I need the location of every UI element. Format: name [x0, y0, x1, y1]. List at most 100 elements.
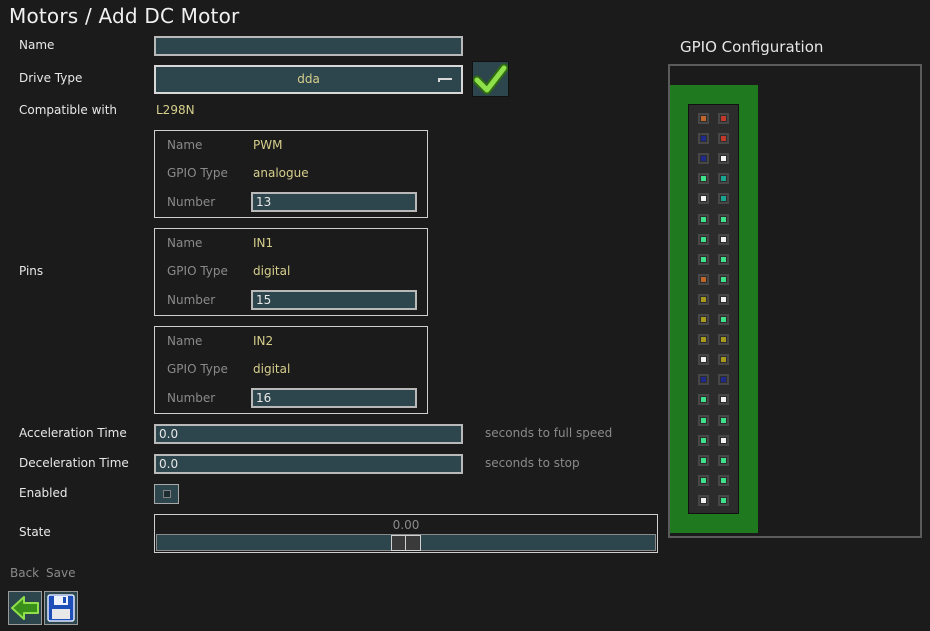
- gpio-pin[interactable]: [718, 454, 729, 466]
- state-label: State: [19, 525, 51, 539]
- confirm-button[interactable]: [472, 61, 509, 97]
- pin-name-label: Name: [167, 236, 203, 250]
- gpio-pin[interactable]: [698, 454, 709, 466]
- pin-number-label: Number: [167, 391, 216, 405]
- gpio-pin[interactable]: [698, 273, 709, 285]
- gpio-pin-color: [701, 296, 706, 302]
- pin-type-label: GPIO Type: [167, 166, 228, 180]
- gpio-pin[interactable]: [718, 213, 729, 225]
- pin-number-input[interactable]: 16: [251, 388, 417, 408]
- gpio-pin[interactable]: [698, 494, 709, 506]
- gpio-pin[interactable]: [718, 173, 729, 185]
- gpio-pin-color: [701, 337, 706, 343]
- gpio-pin-color: [721, 337, 726, 343]
- gpio-pin[interactable]: [698, 314, 709, 325]
- gpio-pin-color: [701, 357, 706, 363]
- gpio-pin[interactable]: [698, 474, 709, 486]
- gpio-pin-color: [721, 256, 726, 262]
- acceleration-label: Acceleration Time: [19, 426, 127, 440]
- gpio-pin-color: [701, 457, 706, 463]
- gpio-pin[interactable]: [718, 334, 729, 346]
- slider-handle[interactable]: [391, 535, 421, 551]
- gpio-pin-color: [701, 417, 706, 423]
- gpio-pin-color: [721, 196, 726, 202]
- gpio-pin-color: [701, 397, 706, 403]
- save-button[interactable]: [44, 591, 78, 625]
- gpio-pin[interactable]: [718, 113, 729, 124]
- gpio-pin[interactable]: [698, 173, 709, 185]
- gpio-pin[interactable]: [698, 434, 709, 446]
- deceleration-input[interactable]: 0.0: [154, 454, 463, 474]
- gpio-pin-color: [701, 156, 706, 162]
- gpio-pin[interactable]: [698, 414, 709, 426]
- pin-box-pwm: Name PWM GPIO Type analogue Number 13: [154, 130, 428, 218]
- gpio-pin[interactable]: [718, 494, 729, 506]
- pin-type-label: GPIO Type: [167, 264, 228, 278]
- dropdown-arrow-icon: [438, 78, 452, 82]
- gpio-pin[interactable]: [718, 133, 729, 145]
- checkmark-icon: [472, 63, 509, 95]
- gpio-pin[interactable]: [718, 314, 729, 325]
- gpio-pin-color: [721, 176, 726, 182]
- gpio-pin[interactable]: [698, 153, 709, 165]
- gpio-pin[interactable]: [718, 293, 729, 305]
- gpio-pin-color: [721, 296, 726, 302]
- gpio-pin[interactable]: [718, 374, 729, 386]
- pin-number-input[interactable]: 15: [251, 290, 417, 310]
- gpio-pin[interactable]: [698, 133, 709, 145]
- gpio-pin-color: [721, 116, 726, 121]
- state-value: 0.00: [392, 518, 420, 532]
- gpio-pin[interactable]: [718, 474, 729, 486]
- checkbox-indicator: [163, 490, 171, 498]
- gpio-pin[interactable]: [698, 213, 709, 225]
- gpio-pin[interactable]: [718, 233, 729, 245]
- gpio-pin[interactable]: [698, 253, 709, 265]
- gpio-pin[interactable]: [718, 394, 729, 406]
- gpio-pin-color: [701, 236, 706, 242]
- gpio-pin[interactable]: [698, 193, 709, 205]
- gpio-pin[interactable]: [698, 334, 709, 346]
- pin-name-value: IN1: [253, 236, 274, 250]
- state-slider[interactable]: 0.00: [154, 514, 658, 553]
- gpio-pin[interactable]: [718, 414, 729, 426]
- drive-type-label: Drive Type: [19, 71, 83, 85]
- pins-label: Pins: [19, 264, 44, 278]
- gpio-pin[interactable]: [718, 193, 729, 205]
- gpio-pin[interactable]: [718, 434, 729, 446]
- pin-type-label: GPIO Type: [167, 362, 228, 376]
- gpio-title: GPIO Configuration: [680, 38, 824, 56]
- gpio-pin-color: [701, 437, 706, 443]
- gpio-pin[interactable]: [698, 233, 709, 245]
- drive-type-select[interactable]: dda: [154, 65, 463, 94]
- pin-type-value: analogue: [253, 166, 309, 180]
- pin-number-input[interactable]: 13: [251, 192, 417, 212]
- gpio-pin-color: [721, 317, 726, 322]
- gpio-pin-color: [721, 497, 726, 503]
- pin-name-label: Name: [167, 138, 203, 152]
- save-label: Save: [46, 566, 76, 580]
- gpio-pin[interactable]: [718, 354, 729, 366]
- enabled-label: Enabled: [19, 486, 68, 500]
- back-button[interactable]: [8, 591, 42, 625]
- gpio-pin-color: [701, 196, 706, 202]
- deceleration-label: Deceleration Time: [19, 456, 129, 470]
- gpio-pin[interactable]: [718, 253, 729, 265]
- gpio-pin[interactable]: [718, 153, 729, 165]
- name-input[interactable]: [154, 36, 463, 56]
- gpio-pin[interactable]: [698, 293, 709, 305]
- gpio-pin[interactable]: [698, 374, 709, 386]
- acceleration-unit: seconds to full speed: [485, 426, 613, 440]
- gpio-pin[interactable]: [698, 394, 709, 406]
- back-label: Back: [10, 566, 40, 580]
- acceleration-input[interactable]: 0.0: [154, 424, 463, 444]
- gpio-pin-color: [721, 397, 726, 403]
- gpio-pin-color: [721, 156, 726, 162]
- gpio-pin[interactable]: [698, 113, 709, 124]
- pin-box-in2: Name IN2 GPIO Type digital Number 16: [154, 326, 428, 414]
- gpio-pin-color: [701, 276, 706, 282]
- pin-name-value: PWM: [253, 138, 283, 152]
- enabled-checkbox[interactable]: [154, 484, 179, 504]
- gpio-pin-color: [701, 317, 706, 322]
- gpio-pin[interactable]: [718, 273, 729, 285]
- gpio-pin[interactable]: [698, 354, 709, 366]
